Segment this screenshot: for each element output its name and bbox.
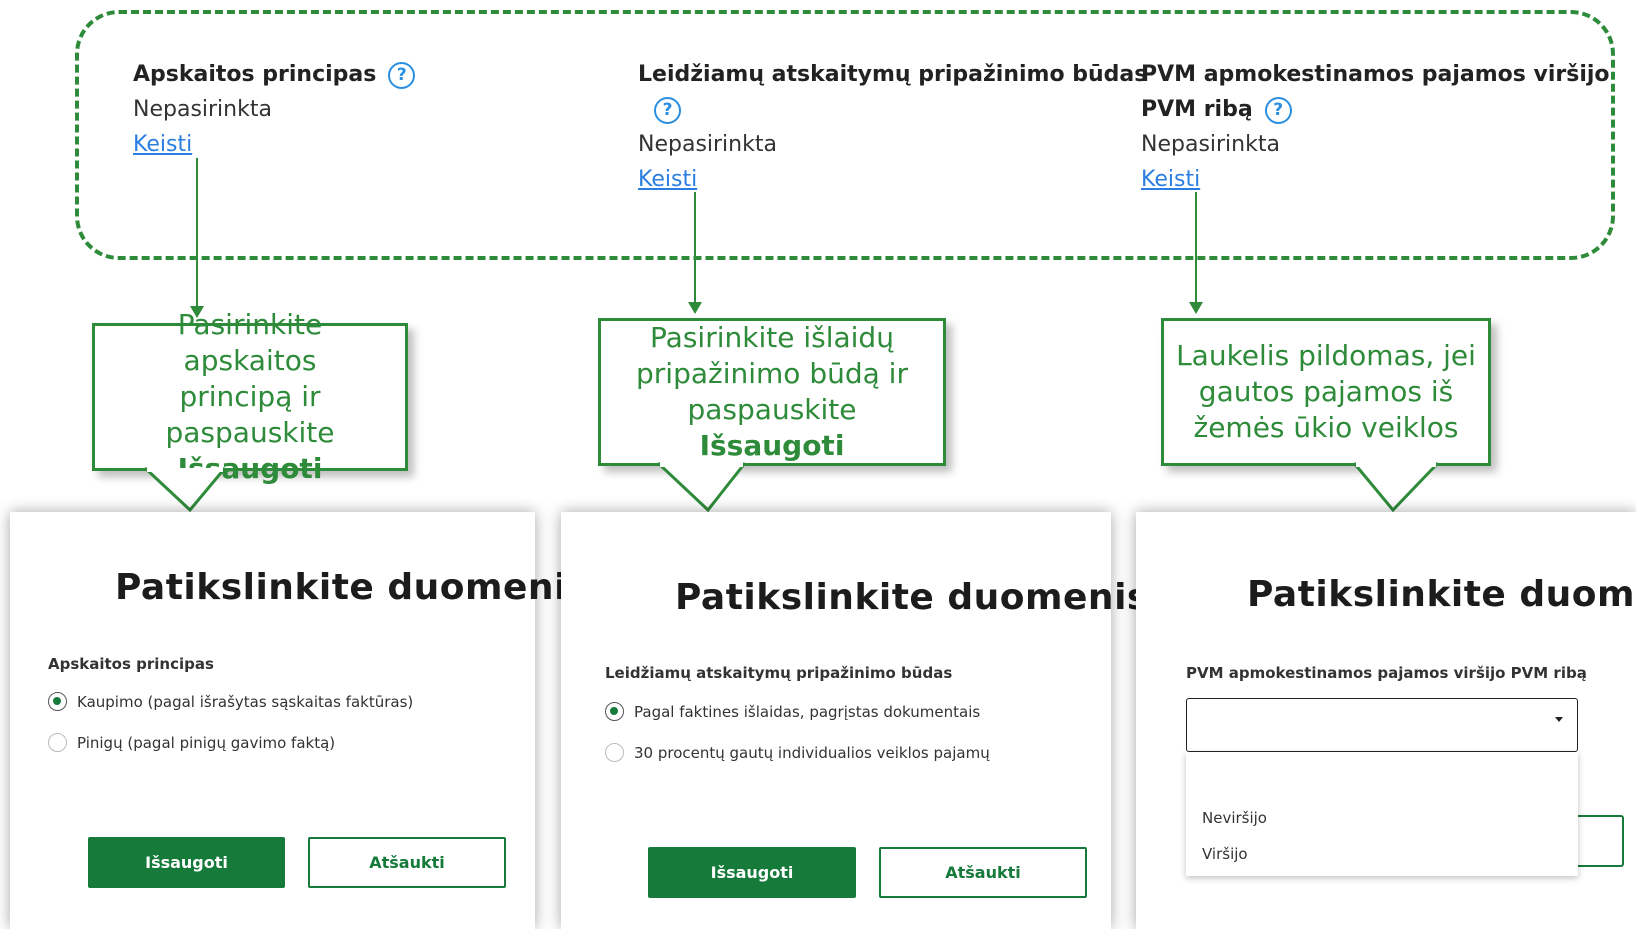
callout-apskaitos: Pasirinkite apskaitos principą ir paspau…	[92, 308, 408, 485]
help-icon[interactable]: ?	[388, 61, 416, 89]
save-button[interactable]: Išsaugoti	[88, 837, 285, 888]
field-apskaitos-principas: Apskaitos principas? Nepasirinkta Keisti	[133, 57, 416, 162]
field-title: Apskaitos principas?	[133, 57, 416, 92]
change-link[interactable]: Keisti	[133, 127, 192, 162]
radio-button[interactable]	[605, 743, 624, 762]
dialog-title: Patikslinkite duomenis	[1247, 574, 1636, 615]
field-title: Leidžiamų atskaitymų pripažinimo būdas	[638, 62, 1148, 87]
callout-tail	[656, 461, 747, 513]
dialog-apskaitos-principas: Patikslinkite duomenis Apskaitos princip…	[10, 512, 588, 929]
field-leidziamu-atskaitymu: Leidžiamų atskaitymų pripažinimo būdas ?…	[638, 57, 1147, 197]
dialog-title: Patikslinkite duomenis	[675, 577, 1149, 618]
pvm-riba-select[interactable]	[1186, 698, 1578, 752]
change-link[interactable]: Keisti	[638, 162, 697, 197]
radio-button[interactable]	[48, 733, 67, 752]
dropdown-option-virsijo[interactable]: Viršijo	[1202, 845, 1248, 863]
dropdown-option-nevirsijo[interactable]: Neviršijo	[1202, 809, 1267, 827]
field-label: Leidžiamų atskaitymų pripažinimo būdas	[605, 664, 953, 682]
callout-tail	[1352, 461, 1440, 513]
field-label: Apskaitos principas	[48, 655, 214, 673]
radio-button-checked[interactable]	[48, 692, 67, 711]
radio-option-30-procentu[interactable]: 30 procentų gautų individualios veiklos …	[605, 743, 990, 762]
cancel-button[interactable]: Atšaukti	[308, 837, 506, 888]
dialog-leidziamu-atskaitymu: Patikslinkite duomenis Leidžiamų atskait…	[561, 512, 1148, 929]
field-value: Nepasirinkta	[638, 132, 777, 157]
radio-option-kaupimo[interactable]: Kaupimo (pagal išrašytas sąskaitas faktū…	[48, 692, 413, 711]
radio-option-faktines[interactable]: Pagal faktines išlaidas, pagrįstas dokum…	[605, 702, 980, 721]
callout-islaidu: Pasirinkite išlaidų pripažinimo būdą ir …	[598, 318, 946, 466]
dialog-pvm-riba: Patikslinkite duomenis PVM apmokestinamo…	[1136, 512, 1636, 929]
help-icon[interactable]: ?	[654, 96, 681, 124]
cancel-button[interactable]: Atšaukti	[879, 847, 1087, 898]
field-value: Nepasirinkta	[133, 97, 272, 122]
save-button[interactable]: Išsaugoti	[648, 847, 856, 898]
field-title: PVM apmokestinamos pajamos viršijo	[1141, 62, 1610, 87]
arrow-head	[1189, 302, 1203, 314]
change-link[interactable]: Keisti	[1141, 162, 1200, 197]
field-pvm-riba: PVM apmokestinamos pajamos viršijo PVM r…	[1141, 57, 1610, 197]
callout-zemes-ukis: Laukelis pildomas, jei gautos pajamos iš…	[1161, 318, 1491, 466]
help-icon[interactable]: ?	[1264, 96, 1292, 124]
dropdown-options-list: Neviršijo Viršijo	[1186, 752, 1578, 876]
dialog-title: Patikslinkite duomenis	[115, 567, 589, 608]
chevron-down-icon	[1555, 717, 1563, 722]
field-label: PVM apmokestinamos pajamos viršijo PVM r…	[1186, 664, 1587, 682]
arrow-head	[688, 302, 702, 314]
radio-option-pinigu[interactable]: Pinigų (pagal pinigų gavimo faktą)	[48, 733, 335, 752]
radio-button-checked[interactable]	[605, 702, 624, 721]
field-value: Nepasirinkta	[1141, 132, 1280, 157]
